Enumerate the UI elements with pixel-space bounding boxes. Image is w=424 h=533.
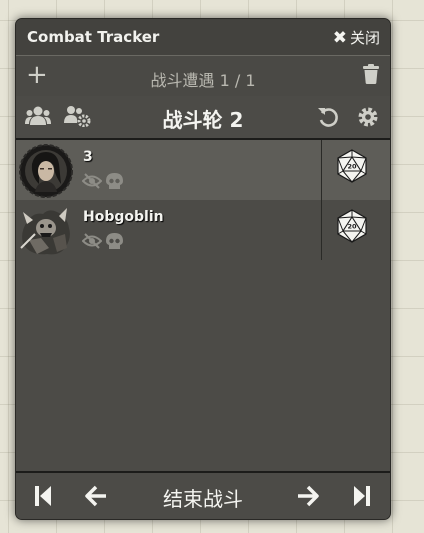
encounter-title: 战斗遭遇 1 / 1 (150, 71, 256, 90)
close-label: 关闭 (349, 29, 380, 47)
window-titlebar[interactable]: Combat Tracker ✖ 关闭 (16, 19, 390, 56)
encounter-bar: + 战斗遭遇 1 / 1 (16, 56, 390, 96)
combat-tracker-window: Combat Tracker ✖ 关闭 + 战斗遭遇 1 / 1 战斗轮 2 3… (15, 18, 391, 520)
combatant-row[interactable]: Hobgoblin 20 (16, 200, 390, 260)
close-button[interactable]: ✖ 关闭 (333, 27, 380, 48)
combatant-name: Hobgoblin (83, 209, 164, 225)
combatant-token[interactable] (19, 144, 73, 198)
d20-icon[interactable]: 20 (336, 149, 368, 187)
skull-icon[interactable] (106, 233, 123, 253)
d20-face-value: 20 (347, 163, 357, 171)
combatant-row[interactable]: 3 20 (16, 140, 390, 200)
combat-controls: 结束战斗 (16, 471, 390, 519)
combatant-name: 3 (83, 149, 93, 165)
d20-face-value: 20 (347, 223, 357, 231)
eye-slash-icon[interactable] (81, 173, 103, 193)
last-turn-icon[interactable] (353, 485, 371, 511)
next-turn-icon[interactable] (296, 485, 320, 511)
eye-slash-icon[interactable] (81, 233, 103, 253)
row-divider (321, 200, 322, 260)
d20-icon[interactable]: 20 (336, 209, 368, 247)
end-combat-button[interactable]: 结束战斗 (16, 483, 390, 512)
window-title: Combat Tracker (27, 28, 160, 46)
row-divider (321, 140, 322, 200)
undo-icon[interactable] (317, 106, 339, 132)
gear-icon[interactable] (357, 106, 379, 132)
trash-icon[interactable] (363, 64, 379, 88)
close-icon: ✖ (332, 27, 347, 48)
round-bar: 战斗轮 2 (16, 96, 390, 140)
skull-icon[interactable] (106, 173, 123, 193)
combatant-token[interactable] (19, 204, 73, 258)
